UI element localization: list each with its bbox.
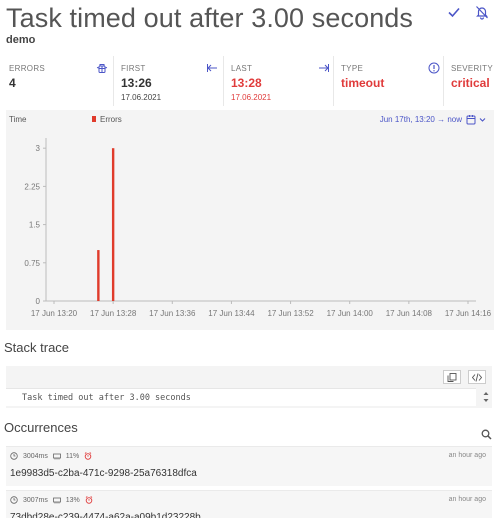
errors-chart-panel: Time Errors Jun 17th, 13:20 → now 0 0.75 1… [6, 110, 494, 330]
errors-bar-chart: 0 0.75 1.5 2.25 3 17 Jun 13:20 17 Jun 13:28 17 … [24, 138, 492, 318]
type-value: timeout [341, 76, 385, 90]
occurrence-time: an hour ago [448, 452, 486, 459]
severity-value: critical [451, 76, 490, 90]
severity-stat: SEVERITY critical [444, 56, 500, 106]
time-range-label[interactable]: Jun 17th, 13:20 → now [380, 115, 462, 124]
occurrence-item[interactable]: 3004ms 11% an hour ago 1e9983d5-c2ba-471… [6, 446, 492, 486]
raw-code-button[interactable] [468, 370, 486, 384]
check-icon[interactable] [446, 4, 462, 20]
x-tick-label: 17 Jun 13:28 [90, 309, 137, 318]
last-date: 17.06.2021 [231, 93, 272, 102]
occurrence-id[interactable]: 73dbd28e-c239-4474-a62a-a09b1d23228b [10, 512, 201, 518]
error-bar [97, 250, 100, 301]
issue-stats: ERRORS 4 FIRST 13:26 17.06.2021 LAST 13:… [0, 56, 500, 106]
occurrence-item[interactable]: 3007ms 13% an hour ago 73dbd28e-c239-447… [6, 490, 492, 518]
time-range-picker[interactable] [466, 113, 488, 125]
x-tick-label: 17 Jun 13:20 [31, 309, 78, 318]
y-tick-label: 0 [36, 297, 41, 306]
stack-trace-actions [440, 370, 486, 384]
occurrence-memory: 11% [65, 453, 80, 460]
x-tick-label: 17 Jun 13:52 [267, 309, 314, 318]
copy-button[interactable] [442, 370, 461, 384]
y-tick-label: 1.5 [29, 221, 41, 230]
bell-off-icon[interactable] [474, 4, 490, 20]
errors-label: ERRORS [9, 64, 46, 73]
occurrence-meta: 3007ms 13% [10, 496, 96, 505]
last-time: 13:28 [231, 76, 262, 90]
chart-time-label: Time [9, 115, 27, 124]
first-date: 17.06.2021 [121, 93, 162, 102]
occurrence-duration: 3007ms [22, 497, 48, 504]
arrow-to-left-icon[interactable] [206, 61, 218, 73]
error-bar [111, 148, 115, 301]
type-stat: TYPE timeout [334, 56, 444, 106]
type-label: TYPE [341, 64, 364, 73]
memory-icon [52, 496, 61, 505]
bug-icon [96, 61, 108, 73]
last-label: LAST [231, 64, 253, 73]
occurrence-duration: 3004ms [22, 453, 48, 460]
stack-trace-title: Stack trace [4, 340, 70, 355]
occurrence-meta: 3004ms 11% [10, 452, 95, 461]
errors-count: 4 [9, 76, 16, 90]
stack-trace-box: Task timed out after 3.00 seconds [6, 366, 492, 408]
x-tick-label: 17 Jun 13:44 [208, 309, 255, 318]
project-name: demo [6, 34, 36, 46]
first-seen-stat: FIRST 13:26 17.06.2021 [114, 56, 224, 106]
chart-toolbar: Time Errors Jun 17th, 13:20 → now [6, 110, 494, 130]
y-tick-label: 2.25 [24, 182, 40, 191]
first-time: 13:26 [121, 76, 152, 90]
y-tick-label: 3 [36, 144, 41, 153]
occurrence-time: an hour ago [448, 496, 486, 503]
y-tick-label: 0.75 [24, 259, 40, 268]
memory-icon [52, 452, 61, 461]
search-icon[interactable] [481, 427, 492, 440]
alarm-icon [85, 496, 93, 505]
x-tick-label: 17 Jun 14:00 [327, 309, 374, 318]
severity-label: SEVERITY [451, 64, 493, 73]
stack-trace-code: Task timed out after 3.00 seconds [6, 388, 476, 406]
legend-swatch [92, 116, 96, 122]
last-seen-stat: LAST 13:28 17.06.2021 [224, 56, 334, 106]
page-title: Task timed out after 3.00 seconds [6, 3, 414, 33]
clock-icon [10, 496, 18, 505]
occurrences-title: Occurrences [4, 420, 78, 435]
clock-icon [10, 452, 18, 461]
first-label: FIRST [121, 64, 146, 73]
stack-trace-scrollbar[interactable] [482, 390, 490, 404]
errors-stat: ERRORS 4 [0, 56, 114, 106]
alarm-icon [84, 452, 92, 461]
x-tick-label: 17 Jun 13:36 [149, 309, 196, 318]
occurrence-memory: 13% [65, 497, 80, 504]
legend-label: Errors [100, 115, 122, 124]
copy-icon [447, 373, 456, 382]
info-icon[interactable] [428, 61, 440, 74]
chart-legend: Errors [92, 115, 122, 124]
x-tick-label: 17 Jun 14:08 [386, 309, 433, 318]
code-icon [472, 373, 482, 382]
calendar-icon [466, 115, 476, 125]
x-tick-label: 17 Jun 14:16 [445, 309, 492, 318]
issue-header: Task timed out after 3.00 seconds demo [0, 0, 500, 52]
arrow-to-right-icon[interactable] [318, 61, 330, 73]
chevron-down-icon [479, 118, 486, 122]
occurrence-id[interactable]: 1e9983d5-c2ba-471c-9298-25a76318dfca [10, 468, 197, 479]
